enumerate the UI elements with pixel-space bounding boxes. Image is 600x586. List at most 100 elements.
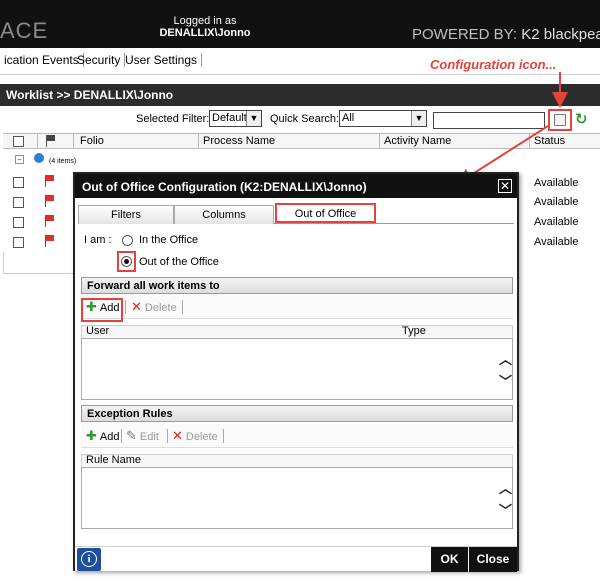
column-divider — [529, 134, 530, 149]
plus-icon: ✚ — [86, 428, 97, 443]
toolbar-divider — [182, 300, 183, 314]
exception-add-button[interactable]: ✚ Add — [86, 428, 119, 444]
quick-search-scope-select[interactable]: All ▼ — [339, 110, 427, 127]
red-flag-icon — [44, 175, 54, 187]
column-status[interactable]: Status — [534, 135, 565, 147]
in-office-radio[interactable] — [122, 235, 133, 246]
out-of-office-radio[interactable] — [121, 256, 132, 267]
delete-icon: ✕ — [172, 428, 183, 443]
exception-edit-button[interactable]: ✎ Edit — [126, 428, 159, 444]
powered-by-brand: K2 blackpearl — [521, 26, 600, 43]
chevron-up-icon[interactable]: ︿ — [499, 349, 512, 368]
login-info: Logged in as DENALLIX\Jonno — [150, 15, 260, 39]
exception-rules-list[interactable]: ︿ ﹀ — [81, 467, 513, 529]
toolbar-divider — [125, 300, 126, 314]
red-flag-icon — [44, 215, 54, 227]
iam-label: I am : — [84, 234, 112, 246]
tab-out-of-office[interactable]: Out of Office — [275, 203, 376, 223]
row-checkbox[interactable] — [13, 237, 24, 248]
configuration-button[interactable] — [548, 109, 572, 131]
forward-toolbar: ✚ Add ✕ Delete — [81, 295, 513, 319]
delete-icon: ✕ — [131, 299, 142, 314]
forward-section-header: Forward all work items to — [81, 277, 513, 294]
configuration-icon — [554, 114, 566, 126]
info-icon: i — [81, 551, 97, 567]
ok-button[interactable]: OK — [431, 547, 468, 572]
quick-search-input[interactable] — [433, 112, 545, 129]
forward-col-type[interactable]: Type — [402, 325, 426, 337]
exception-add-label: Add — [99, 431, 120, 443]
row-checkbox[interactable] — [13, 177, 24, 188]
forward-list-header: User Type — [81, 325, 513, 338]
forward-delete-button[interactable]: ✕ Delete — [131, 299, 177, 315]
red-flag-icon — [44, 195, 54, 207]
row-status: Available — [534, 216, 579, 228]
dialog-title: Out of Office Configuration (K2:DENALLIX… — [75, 174, 517, 198]
toolbar-divider — [167, 429, 168, 443]
row-status: Available — [534, 196, 579, 208]
row-status: Available — [534, 236, 579, 248]
exception-col-rule-name[interactable]: Rule Name — [86, 454, 141, 466]
dialog-footer: i OK Close — [75, 546, 517, 572]
refresh-icon[interactable]: ↻ — [575, 112, 588, 127]
globe-icon — [34, 153, 44, 163]
column-process-name[interactable]: Process Name — [203, 135, 275, 147]
collapse-icon[interactable]: − — [15, 155, 24, 164]
row-checkbox[interactable] — [13, 197, 24, 208]
column-folio[interactable]: Folio — [80, 135, 104, 147]
selected-filter-value: Default — [212, 112, 247, 124]
quick-search-label: Quick Search: — [270, 113, 340, 125]
chevron-down-icon: ▼ — [411, 111, 426, 126]
worklist-breadcrumb: Worklist >> DENALLIX\Jonno — [0, 84, 600, 106]
logged-in-user: DENALLIX\Jonno — [159, 27, 251, 39]
exception-list-scroll[interactable]: ︿ ﹀ — [498, 468, 512, 528]
out-of-office-dialog: Out of Office Configuration (K2:DENALLIX… — [73, 172, 519, 572]
nav-item-security[interactable]: Security — [73, 53, 126, 67]
chevron-down-icon: ▼ — [246, 111, 261, 126]
dialog-tabs: Filters Columns Out of Office — [78, 202, 514, 224]
exception-edit-label: Edit — [139, 431, 159, 443]
highlight-box — [81, 298, 123, 322]
column-activity-name[interactable]: Activity Name — [384, 135, 451, 147]
row-checkbox[interactable] — [13, 217, 24, 228]
tab-columns[interactable]: Columns — [174, 205, 274, 224]
close-icon[interactable]: ✕ — [498, 179, 512, 193]
in-office-label[interactable]: In the Office — [139, 234, 198, 246]
selected-filter-select[interactable]: Default ▼ — [209, 110, 262, 127]
grid-frame-edge — [3, 252, 73, 274]
nav-item-user-settings[interactable]: User Settings — [121, 53, 203, 67]
toolbar-divider — [121, 429, 122, 443]
exception-rules-header: Exception Rules — [81, 405, 513, 422]
column-divider — [73, 134, 74, 149]
selected-filter-label: Selected Filter: — [136, 113, 210, 125]
column-divider — [37, 134, 38, 149]
worklist-grid-header: Folio Process Name Activity Name Status — [3, 133, 600, 149]
toolbar-divider — [223, 429, 224, 443]
nav-item-notification-events[interactable]: ication Events — [0, 53, 84, 67]
tab-filters[interactable]: Filters — [78, 205, 174, 224]
exception-list-header: Rule Name — [81, 454, 513, 467]
quick-search-scope-value: All — [342, 112, 355, 124]
exception-toolbar: ✚ Add ✎ Edit ✕ Delete — [81, 424, 513, 448]
exception-delete-label: Delete — [185, 431, 218, 443]
forward-list-scroll[interactable]: ︿ ﹀ — [498, 339, 512, 399]
priority-flag-icon — [45, 135, 55, 147]
forward-list[interactable]: ︿ ﹀ — [81, 338, 513, 400]
top-banner: ACE Logged in as DENALLIX\Jonno POWERED … — [0, 0, 600, 48]
chevron-down-icon[interactable]: ﹀ — [499, 500, 512, 519]
powered-by: POWERED BY: K2 blackpearl — [412, 26, 600, 43]
select-all-checkbox[interactable] — [13, 136, 24, 147]
column-divider — [198, 134, 199, 149]
chevron-down-icon[interactable]: ﹀ — [499, 371, 512, 390]
configuration-icon-callout: Configuration icon... — [430, 57, 557, 72]
powered-by-label: POWERED BY: — [412, 26, 518, 43]
red-flag-icon — [44, 235, 54, 247]
info-button[interactable]: i — [77, 548, 101, 571]
chevron-up-icon[interactable]: ︿ — [499, 478, 512, 497]
exception-delete-button[interactable]: ✕ Delete — [172, 428, 218, 444]
app-brand-fragment: ACE — [0, 18, 49, 43]
forward-col-user[interactable]: User — [86, 325, 109, 337]
out-of-office-label[interactable]: Out of the Office — [139, 256, 219, 268]
close-button[interactable]: Close — [469, 547, 517, 572]
edit-icon: ✎ — [126, 428, 137, 443]
